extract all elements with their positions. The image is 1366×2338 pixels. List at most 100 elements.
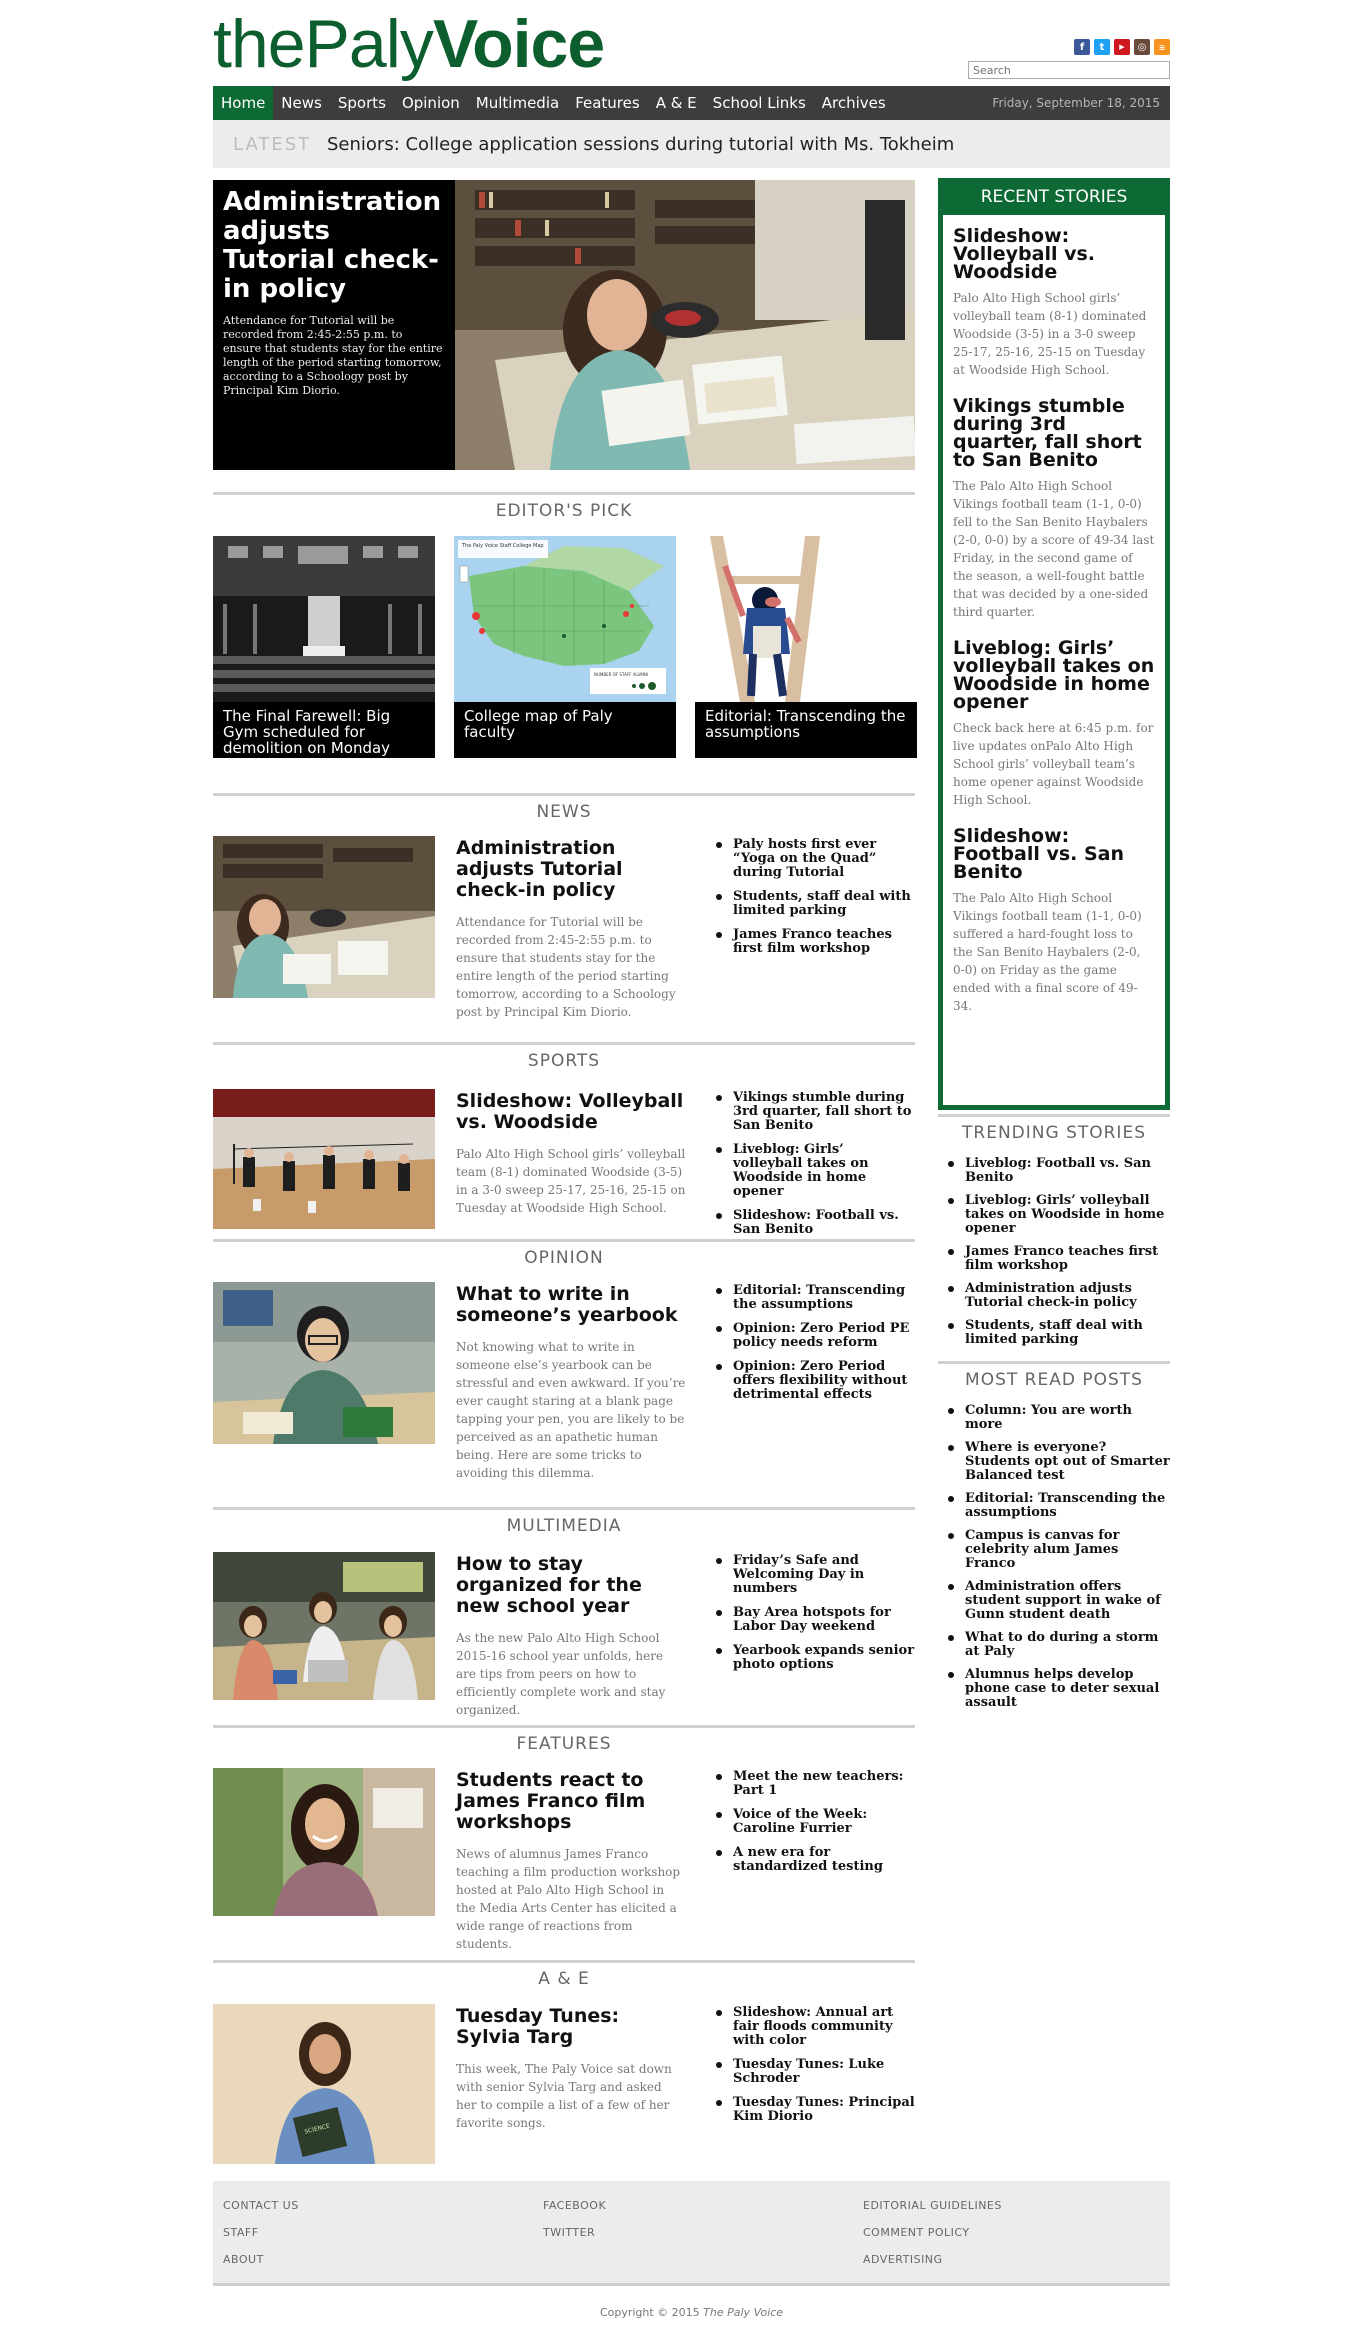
opinion-link[interactable]: Opinion: Zero Period PE policy needs ref… [713, 1322, 915, 1350]
features-thumb[interactable] [213, 1768, 435, 1916]
nav-archives[interactable]: Archives [814, 86, 894, 120]
pick-caption: Editorial: Transcending the assumptions [695, 702, 917, 758]
most-read-link[interactable]: Column: You are worth more [945, 1404, 1170, 1432]
trending-link[interactable]: Students, staff deal with limited parkin… [945, 1319, 1170, 1347]
sports-link[interactable]: Slideshow: Football vs. San Benito [713, 1209, 915, 1237]
opinion-link[interactable]: Opinion: Zero Period offers flexibility … [713, 1360, 915, 1402]
sports-link[interactable]: Liveblog: Girls’ volleyball takes on Woo… [713, 1143, 915, 1199]
ae-link[interactable]: Tuesday Tunes: Principal Kim Diorio [713, 2096, 915, 2124]
multimedia-thumb[interactable] [213, 1552, 435, 1700]
news-feature-desc: Attendance for Tutorial will be recorded… [456, 915, 676, 1019]
editors-pick-item[interactable]: The Paly Voice Staff College Map NUMBER … [454, 536, 676, 758]
news-feature-title[interactable]: Administration adjusts Tutorial check-in… [456, 838, 686, 901]
footer-link-advertising[interactable]: ADVERTISING [863, 2253, 1002, 2266]
sports-feature-desc: Palo Alto High School girls’ volleyball … [456, 1147, 686, 1215]
features-link[interactable]: A new era for standardized testing [713, 1846, 915, 1874]
social-icons: f t ▶ ◎ ≋ [1074, 39, 1170, 55]
recent-story-desc: The Palo Alto High School Vikings footba… [953, 891, 1142, 1013]
sports-link[interactable]: Vikings stumble during 3rd quarter, fall… [713, 1091, 915, 1133]
opinion-thumb[interactable] [213, 1282, 435, 1444]
footer-link-about[interactable]: ABOUT [223, 2253, 299, 2266]
recent-story-title[interactable]: Slideshow: Volleyball vs. Woodside [953, 227, 1155, 282]
multimedia-link[interactable]: Friday’s Safe and Welcoming Day in numbe… [713, 1554, 915, 1596]
footer-link-editorial-guidelines[interactable]: EDITORIAL GUIDELINES [863, 2199, 1002, 2212]
ae-link[interactable]: Tuesday Tunes: Luke Schroder [713, 2058, 915, 2086]
ae-feature-title[interactable]: Tuesday Tunes: Sylvia Targ [456, 2006, 686, 2048]
copyright-name: The Paly Voice [703, 2306, 784, 2319]
footer-link-staff[interactable]: STAFF [223, 2226, 299, 2239]
sports-feature: Slideshow: Volleyball vs. Woodside Palo … [456, 1091, 686, 1217]
youtube-icon[interactable]: ▶ [1114, 39, 1130, 55]
footer-link-twitter[interactable]: TWITTER [543, 2226, 606, 2239]
nav-home[interactable]: Home [213, 86, 274, 120]
nav-news[interactable]: News [273, 86, 330, 120]
trending-link[interactable]: Liveblog: Girls’ volleyball takes on Woo… [945, 1194, 1170, 1236]
opinion-feature-title[interactable]: What to write in someone’s yearbook [456, 1284, 686, 1326]
multimedia-feature-title[interactable]: How to stay organized for the new school… [456, 1554, 686, 1617]
most-read-link[interactable]: Editorial: Transcending the assumptions [945, 1492, 1170, 1520]
logo-the: the [213, 6, 306, 82]
most-read-link[interactable]: Campus is canvas for celebrity alum Jame… [945, 1529, 1170, 1571]
ae-heading: A & E [213, 1960, 915, 1989]
multimedia-link[interactable]: Bay Area hotspots for Labor Day weekend [713, 1606, 915, 1634]
nav-opinion[interactable]: Opinion [394, 86, 468, 120]
rss-icon[interactable]: ≋ [1154, 39, 1170, 55]
ae-links: Slideshow: Annual art fair floods commun… [713, 2006, 915, 2134]
hero-title[interactable]: Administration adjusts Tutorial check-in… [223, 188, 443, 304]
recent-story: Vikings stumble during 3rd quarter, fall… [943, 397, 1165, 621]
recent-story-title[interactable]: Slideshow: Football vs. San Benito [953, 827, 1155, 882]
news-link[interactable]: Paly hosts first ever “Yoga on the Quad”… [713, 838, 915, 880]
nav-multimedia[interactable]: Multimedia [468, 86, 567, 120]
multimedia-feature: How to stay organized for the new school… [456, 1554, 686, 1719]
site-logo[interactable]: thePalyVoice [213, 10, 605, 78]
map-title: The Paly Voice Staff College Map [461, 543, 544, 549]
trending-link[interactable]: Administration adjusts Tutorial check-in… [945, 1282, 1170, 1310]
latest-label: LATEST [233, 133, 312, 155]
latest-link[interactable]: Seniors: College application sessions du… [327, 134, 954, 155]
footer-link-contact[interactable]: CONTACT US [223, 2199, 299, 2212]
most-read-link[interactable]: Alumnus helps develop phone case to dete… [945, 1668, 1170, 1710]
news-link[interactable]: Students, staff deal with limited parkin… [713, 890, 915, 918]
features-link[interactable]: Voice of the Week: Caroline Furrier [713, 1808, 915, 1836]
news-link[interactable]: James Franco teaches first film workshop [713, 928, 915, 956]
most-read-link[interactable]: What to do during a storm at Paly [945, 1631, 1170, 1659]
footer-link-facebook[interactable]: FACEBOOK [543, 2199, 606, 2212]
nav-a-and-e[interactable]: A & E [648, 86, 705, 120]
features-link[interactable]: Meet the new teachers: Part 1 [713, 1770, 915, 1798]
recent-story-title[interactable]: Vikings stumble during 3rd quarter, fall… [953, 397, 1155, 470]
instagram-icon[interactable]: ◎ [1134, 39, 1150, 55]
editors-pick-item[interactable]: Editorial: Transcending the assumptions [695, 536, 917, 758]
most-read-link[interactable]: Administration offers student support in… [945, 1580, 1170, 1622]
trending-link[interactable]: James Franco teaches first film workshop [945, 1245, 1170, 1273]
nav-sports[interactable]: Sports [330, 86, 394, 120]
recent-story: Slideshow: Volleyball vs. Woodside Palo … [943, 227, 1165, 379]
footer: CONTACT US STAFF ABOUT FACEBOOK TWITTER … [213, 2181, 1170, 2286]
recent-story: Liveblog: Girls’ volleyball takes on Woo… [943, 639, 1165, 809]
most-read-link[interactable]: Where is everyone? Students opt out of S… [945, 1441, 1170, 1483]
hero-story[interactable]: Administration adjusts Tutorial check-in… [213, 180, 915, 470]
hero-image[interactable] [455, 180, 915, 470]
ae-link[interactable]: Slideshow: Annual art fair floods commun… [713, 2006, 915, 2048]
footer-link-comment-policy[interactable]: COMMENT POLICY [863, 2226, 1002, 2239]
recent-stories-heading: RECENT STORIES [943, 183, 1165, 215]
opinion-feature: What to write in someone’s yearbook Not … [456, 1284, 686, 1482]
ae-thumb[interactable]: SCIENCE [213, 2004, 435, 2164]
main-nav: Home News Sports Opinion Multimedia Feat… [213, 86, 1170, 120]
recent-story: Slideshow: Football vs. San Benito The P… [943, 827, 1165, 1015]
multimedia-link[interactable]: Yearbook expands senior photo options [713, 1644, 915, 1672]
search-input[interactable] [968, 61, 1170, 79]
recent-story-title[interactable]: Liveblog: Girls’ volleyball takes on Woo… [953, 639, 1155, 712]
sports-heading: SPORTS [213, 1042, 915, 1071]
pick-image-illustration [695, 536, 917, 702]
facebook-icon[interactable]: f [1074, 39, 1090, 55]
editors-pick-item[interactable]: The Final Farewell: Big Gym scheduled fo… [213, 536, 435, 758]
twitter-icon[interactable]: t [1094, 39, 1110, 55]
nav-school-links[interactable]: School Links [705, 86, 814, 120]
nav-features[interactable]: Features [567, 86, 648, 120]
sports-thumb[interactable] [213, 1089, 435, 1229]
features-feature-title[interactable]: Students react to James Franco film work… [456, 1770, 686, 1833]
opinion-link[interactable]: Editorial: Transcending the assumptions [713, 1284, 915, 1312]
news-thumb[interactable] [213, 836, 435, 998]
sports-feature-title[interactable]: Slideshow: Volleyball vs. Woodside [456, 1091, 686, 1133]
trending-link[interactable]: Liveblog: Football vs. San Benito [945, 1157, 1170, 1185]
